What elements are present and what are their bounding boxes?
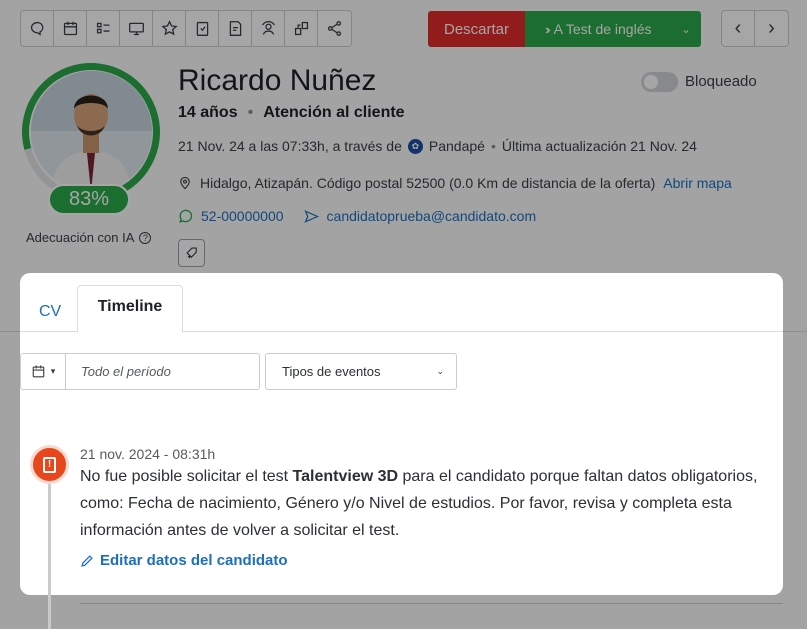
edit-candidate-link[interactable]: Editar datos del candidato xyxy=(80,552,288,569)
tab-cv[interactable]: CV xyxy=(39,303,61,321)
modal-tabs: CV Timeline xyxy=(20,285,783,333)
event-types-select[interactable]: Tipos de eventos ⌄ xyxy=(265,353,457,390)
event-message: No fue posible solicitar el test Talentv… xyxy=(80,463,760,544)
event-message-start: No fue posible solicitar el test xyxy=(80,468,293,485)
chevron-down-icon: ⌄ xyxy=(436,366,444,376)
edit-candidate-label: Editar datos del candidato xyxy=(100,552,288,569)
timeline-connector xyxy=(48,595,51,629)
period-input[interactable] xyxy=(66,354,259,389)
chevron-down-icon: ▾ xyxy=(50,366,56,376)
timeline-connector xyxy=(48,484,51,595)
event-types-label: Tipos de eventos xyxy=(282,364,381,379)
event-date: 21 nov. 2024 - 08:31h xyxy=(80,446,216,462)
test-name: Talentview 3D xyxy=(292,468,399,485)
period-filter: ▾ xyxy=(20,353,260,390)
alert-document-icon: ! xyxy=(30,445,69,484)
calendar-icon xyxy=(32,365,45,378)
date-picker-button[interactable]: ▾ xyxy=(21,354,66,389)
tab-timeline[interactable]: Timeline xyxy=(77,285,183,333)
timeline-modal: CV Timeline ▾ Tipos de eventos ⌄ ! 21 no… xyxy=(20,273,783,595)
pencil-icon xyxy=(81,554,93,567)
